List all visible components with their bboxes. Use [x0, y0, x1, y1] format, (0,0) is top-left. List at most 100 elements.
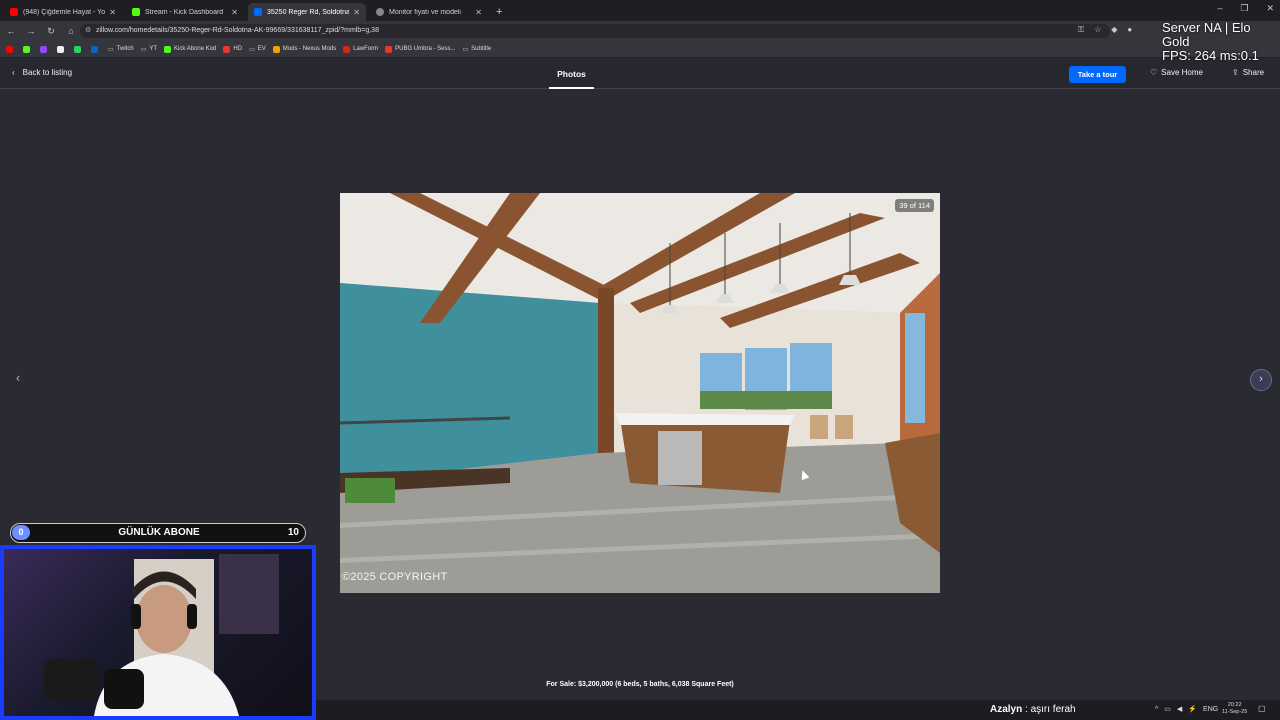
browser-tab-active[interactable]: 35250 Reger Rd, Soldotna, AK 9✕ — [248, 3, 366, 21]
bookmark-item[interactable] — [57, 45, 67, 53]
chevron-left-icon: ‹ — [15, 370, 21, 385]
bookmark-favicon-icon — [57, 45, 64, 53]
bookmark-kick-abone-kod[interactable]: Kick Abone Kod — [164, 45, 216, 53]
bookmark-folder-yt[interactable]: ▭ YT — [141, 46, 157, 53]
bookmark-favicon-icon — [343, 45, 351, 53]
chevron-left-icon: ‹ — [12, 68, 15, 77]
take-a-tour-button[interactable]: Take a tour — [1069, 66, 1126, 83]
password-key-icon[interactable]: ⚿ — [1078, 25, 1084, 35]
bookmark-favicon-icon — [91, 45, 98, 53]
youtube-favicon-icon — [10, 8, 18, 16]
address-bar-actions: ⚿ ☆ ◆ ● — [1078, 25, 1132, 35]
bookmark-item[interactable] — [91, 45, 101, 53]
reload-icon[interactable]: ↻ — [42, 26, 60, 37]
bookmark-pubg-umbra[interactable]: PUBG Umbra - Sess... — [385, 45, 456, 53]
bookmark-folder-twitch[interactable]: ▭ Twitch — [108, 46, 134, 53]
bookmark-folder-ev[interactable]: ▭ EV — [249, 46, 266, 53]
clock-date: 11-Sep-25 — [1222, 709, 1248, 715]
taskbar-clock[interactable]: 20:22 11-Sep-25 — [1222, 702, 1247, 716]
bookmark-item[interactable] — [40, 45, 50, 53]
webcam-overlay — [0, 545, 316, 720]
language-indicator[interactable]: ENG — [1203, 706, 1218, 713]
close-tab-icon[interactable]: ✕ — [475, 8, 482, 17]
browser-tab-strip: (948) Çiğdemle Hayat - YouTube✕ Stream -… — [0, 0, 1280, 21]
folder-icon: ▭ — [140, 46, 147, 53]
url-field[interactable]: ⚙ zillow.com/homedetails/35250-Reger-Rd-… — [80, 24, 1110, 38]
bookmark-favicon-icon — [40, 45, 47, 53]
back-arrow-icon[interactable]: ← — [2, 26, 20, 36]
globe-favicon-icon — [376, 8, 384, 16]
heart-icon: ♡ — [1150, 68, 1158, 77]
site-info-icon[interactable]: ⚙ — [85, 24, 91, 38]
chat-text: : aşırı ferah — [1022, 704, 1076, 715]
bookmark-favicon-icon — [385, 45, 393, 53]
fps-readout: FPS: 264 ms:0.1 — [1162, 48, 1259, 63]
home-icon[interactable]: ⌂ — [62, 26, 80, 36]
close-window-icon[interactable]: ✕ — [1266, 3, 1274, 14]
browser-tab[interactable]: Stream - Kick Dashboard ✕ — [126, 3, 244, 21]
browser-tab[interactable]: (948) Çiğdemle Hayat - YouTube✕ — [4, 3, 122, 21]
bookmark-item[interactable] — [23, 45, 33, 53]
maximize-icon[interactable]: ❐ — [1240, 3, 1248, 14]
bookmark-hd[interactable]: HD — [223, 45, 242, 53]
address-bar-row: ← → ↻ ⌂ ⚙ zillow.com/homedetails/35250-R… — [0, 21, 1280, 41]
browser-tab[interactable]: Monitor fiyatı ve modeli ✕ — [370, 3, 488, 21]
kick-favicon-icon — [132, 8, 140, 16]
previous-photo-button[interactable]: ‹ — [10, 370, 26, 390]
extension-icon[interactable]: ◆ — [1111, 25, 1117, 35]
taskbar — [316, 700, 1280, 720]
chat-username: Azalyn — [990, 704, 1023, 715]
share-button[interactable]: ⇪ Share — [1232, 68, 1264, 77]
volume-icon[interactable]: ◀ — [1177, 705, 1182, 713]
notification-icon[interactable]: ▢ — [1258, 704, 1266, 713]
bookmark-favicon-icon — [23, 45, 30, 53]
extension-icon[interactable]: ● — [1127, 25, 1132, 35]
copyright-watermark: ©2025 COPYRIGHT — [342, 571, 448, 583]
clock-time: 20:22 — [1227, 702, 1242, 708]
tab-photos[interactable]: Photos — [549, 59, 594, 89]
chevron-right-icon: › — [1259, 373, 1263, 385]
save-home-button[interactable]: ♡ Save Home — [1150, 68, 1203, 77]
bookmark-favicon-icon — [223, 45, 231, 53]
next-photo-button[interactable]: › — [1250, 369, 1272, 391]
close-tab-icon[interactable]: ✕ — [353, 8, 360, 17]
kick-favicon-icon — [164, 45, 172, 53]
listing-photo[interactable]: 39 of 114 ©2025 COPYRIGHT — [340, 193, 940, 593]
bookmark-favicon-icon — [6, 45, 13, 53]
forward-arrow-icon[interactable]: → — [22, 26, 40, 36]
folder-icon: ▭ — [462, 46, 469, 53]
folder-icon: ▭ — [249, 46, 255, 53]
chat-message: Azalyn : aşırı ferah — [990, 704, 1076, 715]
bookmark-folder-subtitle[interactable]: ▭ Subtitle — [463, 46, 492, 53]
chevron-up-icon[interactable]: ^ — [1155, 706, 1158, 713]
window-controls: – ❐ ✕ — [1217, 3, 1274, 14]
bookmark-favicon-icon — [272, 45, 280, 53]
share-icon: ⇪ — [1232, 68, 1239, 77]
bookmark-item[interactable] — [6, 45, 16, 53]
bluetooth-icon[interactable]: ⚡ — [1188, 705, 1197, 713]
server-readout: Server NA | Elo Gold — [1162, 20, 1251, 49]
minimize-icon[interactable]: – — [1217, 3, 1222, 14]
back-to-listing-link[interactable]: ‹ Back to listing — [12, 68, 72, 77]
folder-icon: ▭ — [108, 46, 114, 53]
bookmark-nexus-mods[interactable]: Mods - Nexus Mods — [272, 45, 336, 53]
sub-goal-target: 10 — [287, 527, 299, 538]
zillow-favicon-icon — [254, 8, 262, 16]
network-icon[interactable]: ▭ — [1164, 705, 1171, 713]
system-tray: ^ ▭ ◀ ⚡ ENG — [1155, 705, 1218, 714]
bookmarks-bar: ▭ Twitch ▭ YT Kick Abone Kod HD ▭ EV Mods -… — [0, 41, 1280, 58]
daily-sub-goal-bar: 0 GÜNLÜK ABONE 10 — [10, 523, 306, 543]
close-tab-icon[interactable]: ✕ — [109, 8, 116, 17]
bookmark-favicon-icon — [74, 45, 81, 53]
bookmark-lawform[interactable]: LawForm — [343, 45, 378, 53]
photo-counter: 39 of 114 — [895, 199, 934, 212]
game-stats-overlay: Server NA | Elo Gold FPS: 264 ms:0.1 — [1162, 21, 1280, 63]
kitchen-interior-image — [340, 193, 940, 593]
bookmark-star-icon[interactable]: ☆ — [1094, 25, 1101, 35]
sub-goal-label: GÜNLÜK ABONE — [118, 527, 200, 538]
photo-viewer-header: ‹ Back to listing Photos Take a tour ♡ S… — [0, 59, 1280, 89]
new-tab-button[interactable]: + — [496, 3, 502, 21]
close-tab-icon[interactable]: ✕ — [231, 8, 238, 17]
streamer-webcam-image — [44, 554, 279, 716]
bookmark-item[interactable] — [74, 45, 84, 53]
